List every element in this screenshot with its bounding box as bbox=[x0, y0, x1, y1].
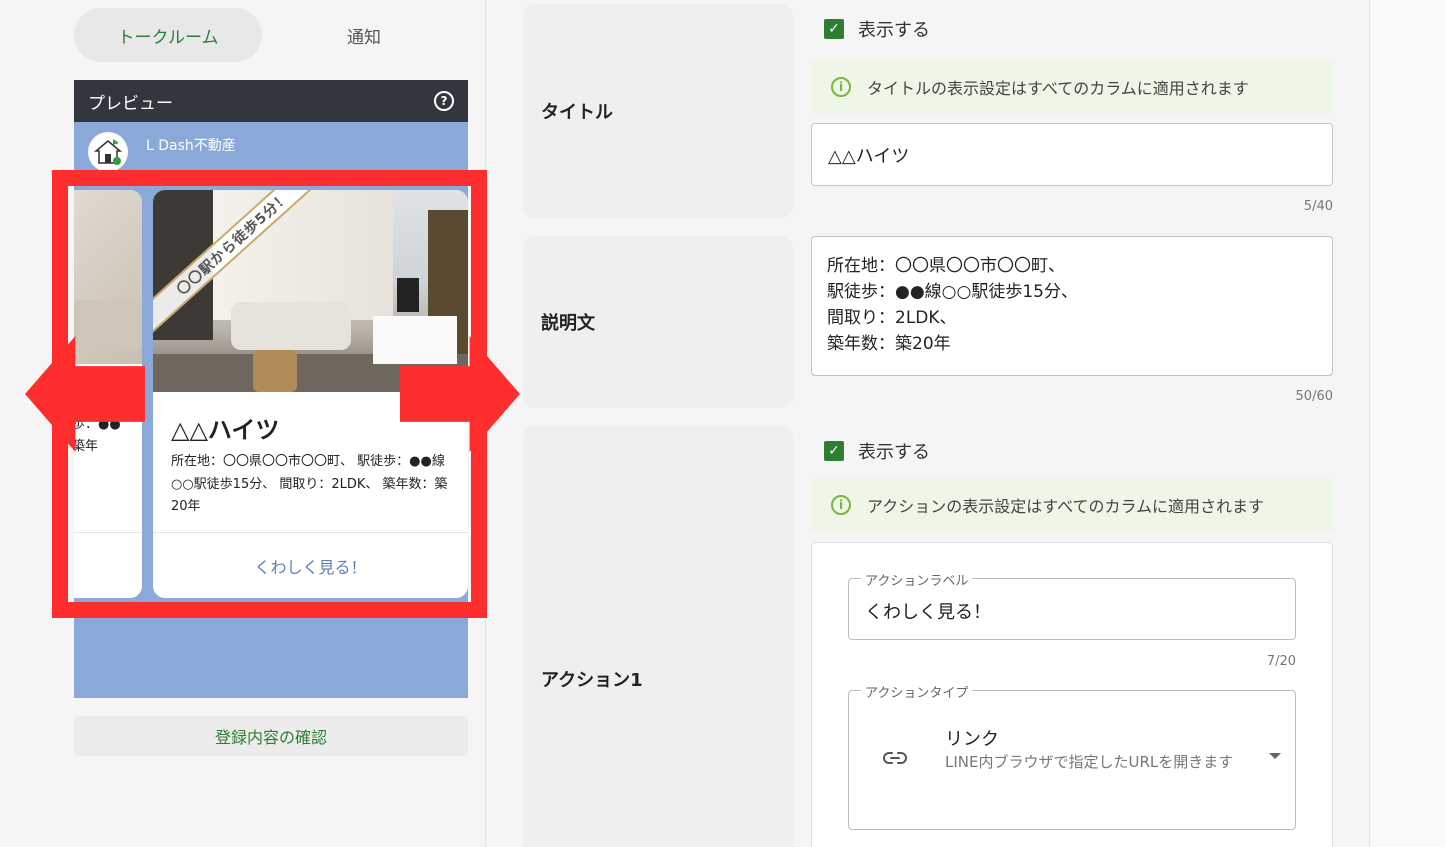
tab-talkroom[interactable]: トークルーム bbox=[74, 8, 262, 62]
action-type-description: LINE内ブラウザで指定したURLを開きます bbox=[945, 753, 1234, 771]
title-counter: 5/40 bbox=[1303, 199, 1333, 214]
preview-header: プレビュー ? bbox=[74, 80, 468, 122]
action-label-input[interactable]: くわしく見る！ bbox=[865, 598, 991, 624]
title-input[interactable]: △△ハイツ bbox=[811, 123, 1333, 186]
card-image bbox=[74, 190, 142, 364]
preview-title: プレビュー bbox=[88, 93, 173, 114]
action-type-select[interactable]: アクションタイプ リンク LINE内ブラウザで指定したURLを開きます bbox=[848, 682, 1296, 830]
link-icon bbox=[883, 752, 907, 764]
info-text: アクションの表示設定はすべてのカラムに適用されます bbox=[867, 497, 1264, 516]
info-text: タイトルの表示設定はすべてのカラムに適用されます bbox=[867, 79, 1249, 98]
checkbox-checked-icon[interactable]: ✓ bbox=[824, 441, 844, 461]
action-label-field[interactable]: アクションラベル くわしく見る！ bbox=[848, 570, 1296, 640]
account-name: L Dash不動産 bbox=[146, 138, 236, 154]
caret-down-icon[interactable] bbox=[1269, 753, 1281, 759]
title-section-label: タイトル bbox=[523, 4, 793, 218]
info-circle-icon: i bbox=[831, 495, 851, 515]
desc-line: 間取り：2LDK、 bbox=[827, 308, 957, 328]
card-description: 所在地：〇〇県〇〇市〇〇町、 駅徒歩：●●線○○駅徒歩15分、 間取り：2LDK… bbox=[171, 454, 448, 514]
field-legend: アクションラベル bbox=[861, 570, 973, 589]
account-row: L Dash不動産 bbox=[88, 132, 236, 172]
page-gutter bbox=[1369, 0, 1446, 847]
desc-section-label: 説明文 bbox=[523, 236, 793, 408]
desc-line: 所在地：〇〇県〇〇市〇〇町、 bbox=[827, 256, 1065, 276]
info-circle-icon: i bbox=[831, 77, 851, 97]
checkbox-label: 表示する bbox=[858, 442, 930, 463]
action-info-banner: i アクションの表示設定はすべてのカラムに適用されます bbox=[811, 478, 1333, 532]
checkbox-label: 表示する bbox=[858, 20, 930, 41]
action-show-checkbox[interactable]: ✓ 表示する bbox=[824, 438, 930, 464]
house-logo-icon bbox=[93, 139, 123, 165]
action-type-title: リンク bbox=[945, 729, 999, 750]
preview-panel: トークルーム 通知 プレビュー ? L Dash不動産 歩：●● 築年 〇〇駅か… bbox=[0, 0, 520, 847]
description-textarea[interactable]: 所在地：〇〇県〇〇市〇〇町、 駅徒歩：●●線○○駅徒歩15分、 間取り：2LDK… bbox=[811, 236, 1333, 376]
desc-counter: 50/60 bbox=[1295, 389, 1333, 404]
title-show-checkbox[interactable]: ✓ 表示する bbox=[824, 16, 930, 42]
tab-notice[interactable]: 通知 bbox=[270, 8, 458, 62]
help-circle-icon[interactable]: ? bbox=[434, 91, 454, 111]
action-label: アクション1 bbox=[541, 670, 643, 691]
action-label-counter: 7/20 bbox=[1266, 654, 1296, 669]
desc-line: 駅徒歩：●●線○○駅徒歩15分、 bbox=[827, 282, 1078, 302]
confirm-button[interactable]: 登録内容の確認 bbox=[74, 716, 468, 756]
card-image: 〇〇駅から徒歩5分！ bbox=[153, 190, 468, 392]
card-desc-line: 築年 bbox=[74, 439, 99, 454]
tab-bar: トークルーム 通知 bbox=[74, 8, 468, 62]
desc-line: 築年数：築20年 bbox=[827, 334, 951, 354]
checkbox-checked-icon[interactable]: ✓ bbox=[824, 19, 844, 39]
title-info-banner: i タイトルの表示設定はすべてのカラムに適用されます bbox=[811, 60, 1333, 114]
card-action-button[interactable]: くわしく見る！ bbox=[153, 533, 468, 598]
field-legend: アクションタイプ bbox=[861, 682, 973, 701]
action-section-label: アクション1 bbox=[523, 426, 793, 847]
avatar bbox=[88, 132, 128, 172]
